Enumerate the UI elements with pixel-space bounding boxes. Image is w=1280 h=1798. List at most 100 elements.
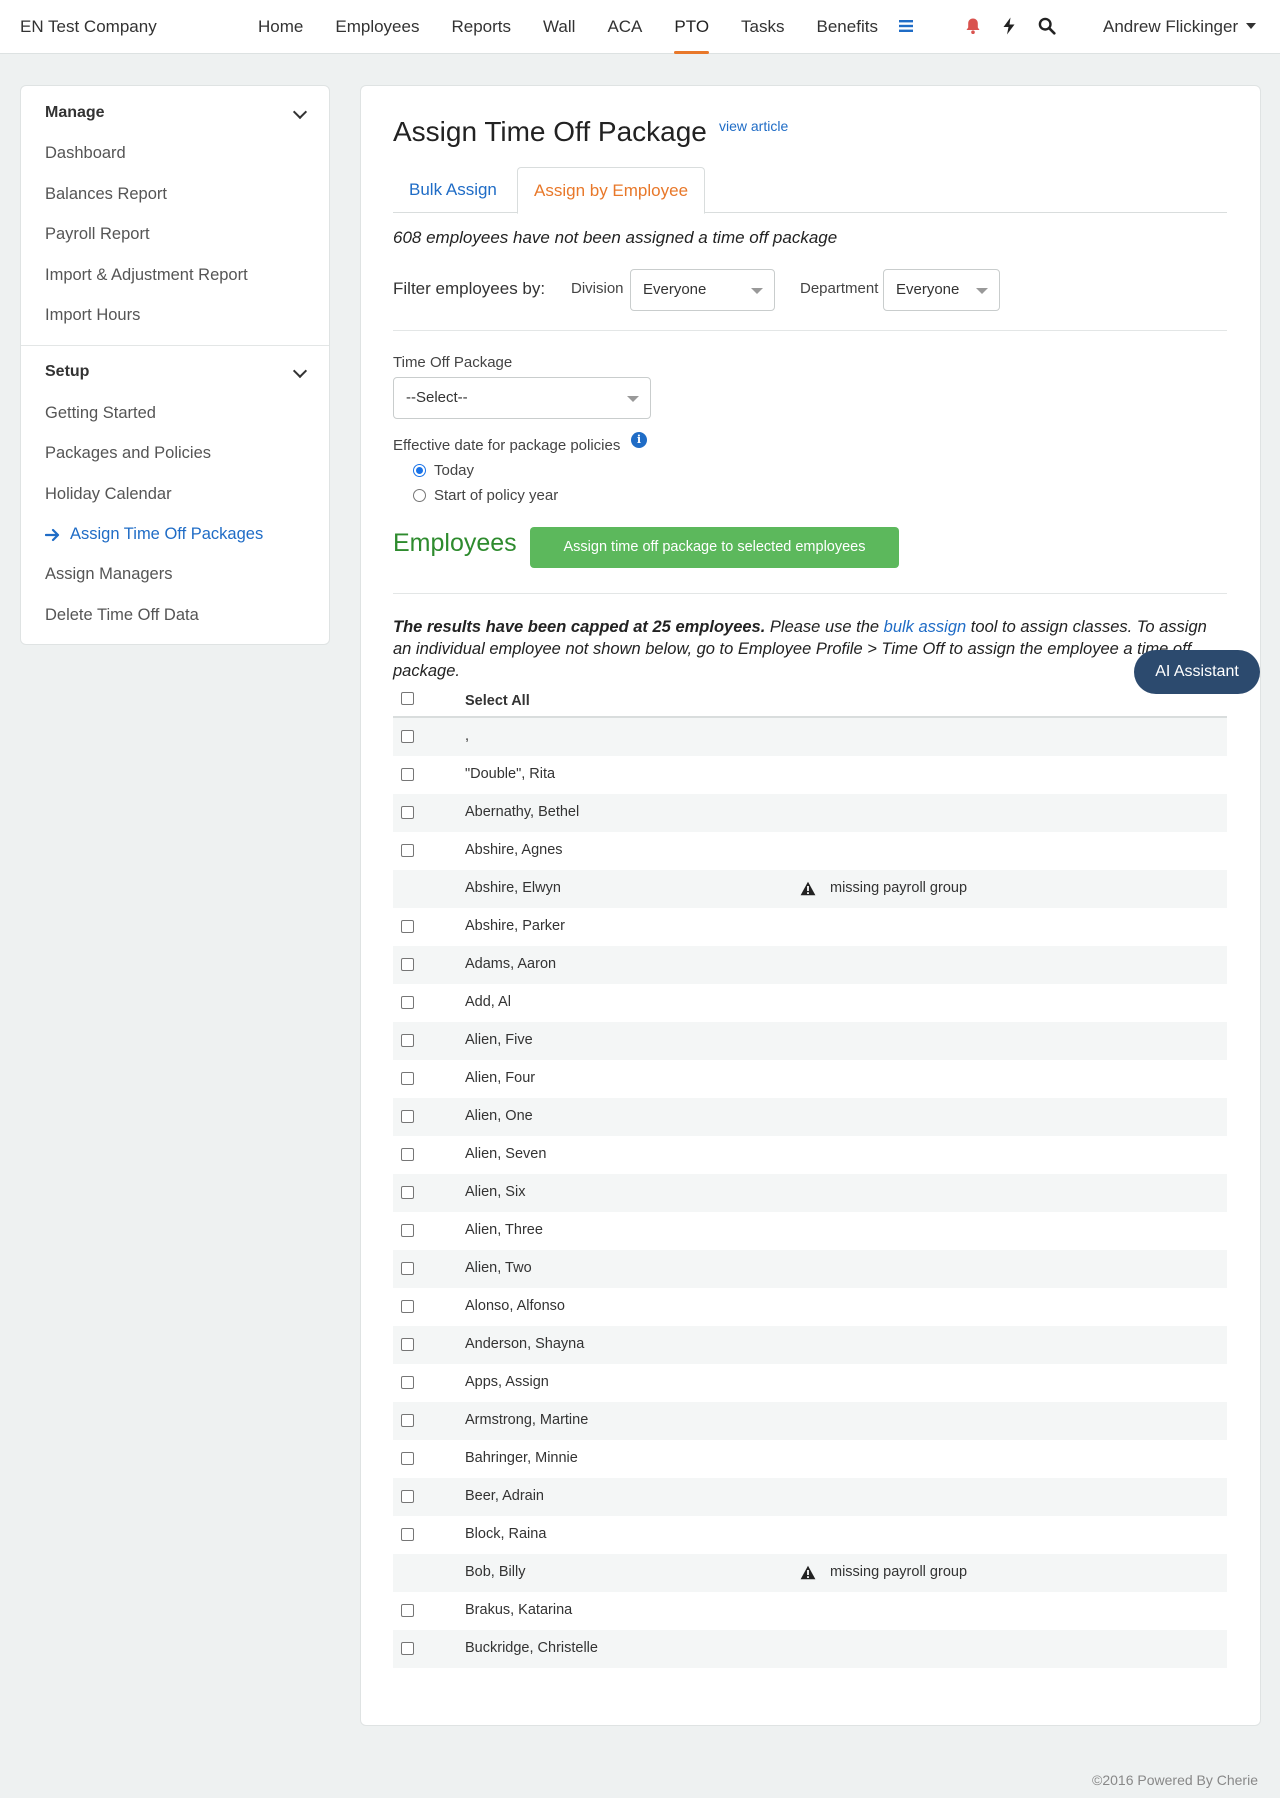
sidebar-item-dashboard[interactable]: Dashboard: [45, 144, 126, 163]
nav-employees[interactable]: Employees: [319, 0, 435, 54]
row-checkbox[interactable]: [401, 1642, 414, 1655]
employee-name: Bahringer, Minnie: [465, 1450, 578, 1466]
row-checkbox[interactable]: [401, 1148, 414, 1161]
row-checkbox[interactable]: [401, 1490, 414, 1503]
row-checkbox[interactable]: [401, 1224, 414, 1237]
capped-text: Please use the: [765, 618, 884, 636]
sidebar: Manage Dashboard Balances Report Payroll…: [20, 85, 330, 645]
employee-name: Buckridge, Christelle: [465, 1640, 598, 1656]
row-checkbox[interactable]: [401, 996, 414, 1009]
employee-name: Bob, Billy: [465, 1564, 526, 1580]
table-row: Alien, Six: [393, 1174, 1227, 1212]
row-checkbox[interactable]: [401, 768, 414, 781]
radio-button[interactable]: [413, 489, 426, 502]
divider: [393, 330, 1227, 331]
sidebar-item-balances-report[interactable]: Balances Report: [45, 185, 167, 204]
row-checkbox[interactable]: [401, 844, 414, 857]
row-checkbox[interactable]: [401, 1604, 414, 1617]
assign-package-button[interactable]: Assign time off package to selected empl…: [530, 527, 899, 568]
row-checkbox[interactable]: [401, 730, 414, 743]
table-row: Block, Raina: [393, 1516, 1227, 1554]
radio-today[interactable]: Today: [413, 462, 474, 479]
radio-start-of-policy-year[interactable]: Start of policy year: [413, 487, 558, 504]
user-menu[interactable]: Andrew Flickinger: [1103, 17, 1257, 37]
employee-name: Abernathy, Bethel: [465, 804, 580, 820]
nav-home[interactable]: Home: [242, 0, 319, 54]
table-row: Alien, Four: [393, 1060, 1227, 1098]
employee-name: Alien, Four: [465, 1070, 536, 1086]
select-all-label: Select All: [465, 693, 530, 709]
sidebar-item-assign-time-off-packages[interactable]: Assign Time Off Packages: [45, 525, 263, 544]
row-checkbox[interactable]: [401, 1110, 414, 1123]
nav-benefits[interactable]: Benefits: [801, 0, 894, 54]
package-value: --Select--: [406, 389, 468, 406]
bell-icon[interactable]: [962, 14, 984, 38]
sidebar-manage-title[interactable]: Manage: [45, 104, 105, 122]
chevron-down-icon[interactable]: [292, 104, 308, 120]
row-checkbox[interactable]: [401, 1300, 414, 1313]
nav-tasks[interactable]: Tasks: [725, 0, 800, 54]
sidebar-item-assign-managers[interactable]: Assign Managers: [45, 565, 172, 584]
arrow-right-icon: [45, 528, 60, 542]
department-value: Everyone: [896, 281, 960, 298]
nav-reports[interactable]: Reports: [435, 0, 527, 54]
sidebar-item-packages-policies[interactable]: Packages and Policies: [45, 444, 211, 463]
table-row: Abshire, Agnes: [393, 832, 1227, 870]
view-article-link[interactable]: view article: [719, 118, 788, 134]
sidebar-setup-title[interactable]: Setup: [45, 363, 89, 381]
lightning-icon[interactable]: [998, 14, 1020, 38]
nav-wall[interactable]: Wall: [527, 0, 591, 54]
sidebar-item-import-adjustment-report[interactable]: Import & Adjustment Report: [45, 266, 248, 285]
employee-name: Brakus, Katarina: [465, 1602, 573, 1618]
menu-icon[interactable]: [895, 14, 917, 38]
main-nav: Home Employees Reports Wall ACA PTO Task…: [242, 0, 894, 54]
row-checkbox[interactable]: [401, 1452, 414, 1465]
row-checkbox[interactable]: [401, 1072, 414, 1085]
employee-name: Alien, One: [465, 1108, 533, 1124]
row-checkbox[interactable]: [401, 1186, 414, 1199]
tab-bulk-assign[interactable]: Bulk Assign: [393, 167, 513, 213]
bulk-assign-link[interactable]: bulk assign: [884, 618, 967, 636]
sidebar-item-delete-time-off-data[interactable]: Delete Time Off Data: [45, 606, 199, 625]
caret-down-icon: [1246, 22, 1257, 29]
sidebar-item-holiday-calendar[interactable]: Holiday Calendar: [45, 485, 172, 504]
footer-text: ©2016 Powered By Cherie: [1092, 1772, 1258, 1788]
department-select[interactable]: Everyone: [883, 269, 1000, 311]
sidebar-item-import-hours[interactable]: Import Hours: [45, 306, 140, 325]
row-checkbox[interactable]: [401, 958, 414, 971]
row-checkbox[interactable]: [401, 1528, 414, 1541]
nav-aca[interactable]: ACA: [591, 0, 658, 54]
dropdown-arrow-icon: [627, 396, 639, 402]
row-checkbox[interactable]: [401, 1034, 414, 1047]
radio-label: Today: [434, 462, 475, 479]
row-checkbox[interactable]: [401, 806, 414, 819]
row-checkbox[interactable]: [401, 1414, 414, 1427]
sidebar-item-payroll-report[interactable]: Payroll Report: [45, 225, 150, 244]
row-checkbox[interactable]: [401, 1376, 414, 1389]
info-icon[interactable]: i: [631, 432, 647, 448]
top-nav: EN Test Company Home Employees Reports W…: [0, 0, 1280, 54]
package-select[interactable]: --Select--: [393, 377, 651, 419]
employee-name: ,: [465, 728, 470, 744]
warning-icon: [800, 1565, 816, 1579]
tab-assign-by-employee[interactable]: Assign by Employee: [517, 167, 706, 214]
company-name[interactable]: EN Test Company: [20, 17, 157, 37]
row-checkbox[interactable]: [401, 920, 414, 933]
division-select[interactable]: Everyone: [630, 269, 775, 311]
select-all-checkbox[interactable]: [401, 692, 414, 705]
sidebar-item-getting-started[interactable]: Getting Started: [45, 404, 156, 423]
employee-table: Select All , "Double", Rita Abernathy, Bet…: [393, 684, 1227, 1668]
chevron-down-icon[interactable]: [292, 363, 308, 379]
row-checkbox[interactable]: [401, 1338, 414, 1351]
ai-assistant-button[interactable]: AI Assistant: [1134, 650, 1260, 694]
table-row: "Double", Rita: [393, 756, 1227, 794]
nav-pto[interactable]: PTO: [658, 0, 725, 54]
package-label: Time Off Package: [393, 354, 513, 371]
employee-name: Abshire, Elwyn: [465, 880, 561, 896]
employee-name: Abshire, Agnes: [465, 842, 563, 858]
dropdown-arrow-icon: [976, 288, 988, 294]
row-checkbox[interactable]: [401, 1262, 414, 1275]
table-row: Abshire, Elwyn missing payroll group: [393, 870, 1227, 908]
search-icon[interactable]: [1036, 14, 1058, 38]
radio-button[interactable]: [413, 464, 426, 477]
